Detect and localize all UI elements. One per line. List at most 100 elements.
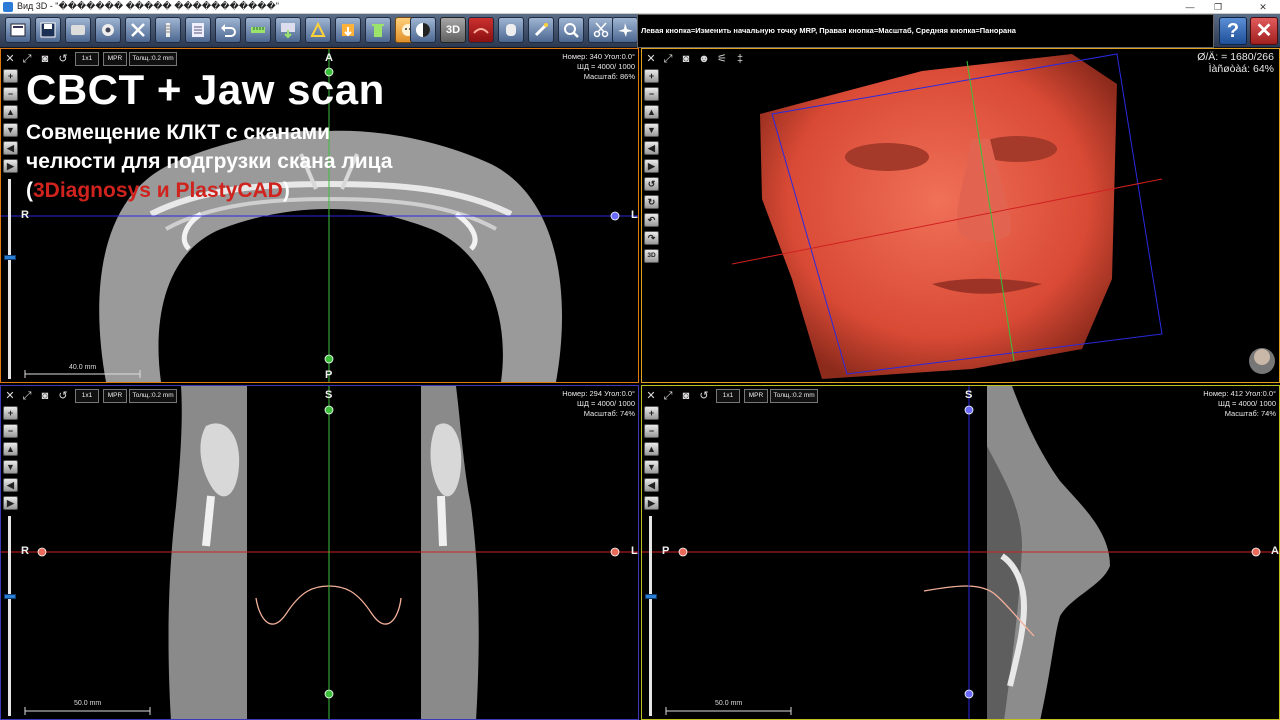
camera-icon[interactable]: ◙: [679, 52, 693, 66]
tools-button[interactable]: [125, 17, 151, 43]
roll-right-icon[interactable]: ↷: [644, 231, 659, 245]
paren-close: ): [282, 179, 290, 202]
window-level: Ø/Ä: = 1680/266: [1197, 51, 1274, 63]
zoom-1x1-button[interactable]: 1x1: [75, 52, 99, 66]
reset-icon[interactable]: ↺: [56, 52, 70, 66]
minimize-button[interactable]: —: [1177, 0, 1203, 14]
zoom-scale: Масштаб: 74%: [1224, 409, 1276, 418]
contrast-button[interactable]: [410, 17, 436, 43]
mpr-button[interactable]: MPR: [744, 389, 768, 403]
delete-button[interactable]: [365, 17, 391, 43]
scalpel-icon[interactable]: ⚟: [715, 52, 729, 66]
arrow-right-icon[interactable]: ▶: [644, 159, 659, 173]
help-button[interactable]: ?: [1219, 17, 1247, 45]
thickness-field[interactable]: Толщ.:0.2 mm: [129, 389, 177, 403]
fullscreen-icon[interactable]: ⤢: [661, 389, 675, 403]
arrow-left-icon[interactable]: ◀: [3, 478, 18, 492]
window-close-button[interactable]: ✕: [1250, 0, 1276, 14]
annotate-button[interactable]: [335, 17, 361, 43]
save-button[interactable]: [35, 17, 61, 43]
sagittal-slider-knob[interactable]: [645, 594, 657, 599]
sculpt-button[interactable]: [528, 17, 554, 43]
teeth-button[interactable]: [498, 17, 524, 43]
3d-view-button[interactable]: 3D: [644, 249, 659, 263]
tools-icon[interactable]: ✕: [644, 389, 658, 403]
coronal-slider-knob[interactable]: [4, 594, 16, 599]
zoom-in-icon[interactable]: +: [644, 406, 659, 420]
implant-button[interactable]: [155, 17, 181, 43]
arrow-left-icon[interactable]: ◀: [644, 141, 659, 155]
reset-icon[interactable]: ↺: [697, 389, 711, 403]
zoom-scale: Масштаб: 74%: [583, 409, 635, 418]
volume-render-button[interactable]: [468, 17, 494, 43]
fullscreen-icon[interactable]: ⤢: [661, 52, 675, 66]
camera-icon[interactable]: ◙: [38, 389, 52, 403]
zoom-in-icon[interactable]: +: [3, 69, 18, 83]
arrow-right-icon[interactable]: ▶: [644, 496, 659, 510]
arrow-right-icon[interactable]: ▶: [3, 159, 18, 173]
rotate-right-icon[interactable]: ↻: [644, 195, 659, 209]
fly-through-button[interactable]: [612, 17, 638, 43]
cut-button[interactable]: [588, 17, 614, 43]
fullscreen-icon[interactable]: ⤢: [20, 52, 34, 66]
axial-slider-knob[interactable]: [4, 255, 16, 260]
arrow-left-icon[interactable]: ◀: [644, 478, 659, 492]
mpr-button[interactable]: MPR: [103, 389, 127, 403]
zoom-out-icon[interactable]: −: [644, 424, 659, 438]
fullscreen-icon[interactable]: ⤢: [20, 389, 34, 403]
scale-bar-label: 50.0 mm: [74, 700, 102, 707]
zoom-out-icon[interactable]: −: [3, 424, 18, 438]
thickness-field[interactable]: Толщ.:0.2 mm: [129, 52, 177, 66]
export-button[interactable]: [275, 17, 301, 43]
zoom-out-icon[interactable]: −: [3, 87, 18, 101]
angle-button[interactable]: [305, 17, 331, 43]
coronal-slice-slider[interactable]: [8, 516, 11, 716]
report-button[interactable]: [65, 17, 91, 43]
arrow-down-icon[interactable]: ▼: [3, 460, 18, 474]
camera-icon[interactable]: ◙: [38, 52, 52, 66]
arrow-up-icon[interactable]: ▲: [644, 442, 659, 456]
thickness-field[interactable]: Толщ.:0.2 mm: [770, 389, 818, 403]
tools-icon[interactable]: ✕: [644, 52, 658, 66]
zoom-1x1-button[interactable]: 1x1: [75, 389, 99, 403]
slice-number: Номер: 412 Угол:0.0°: [1203, 389, 1276, 398]
rotate-left-icon[interactable]: ↺: [644, 177, 659, 191]
coronal-info: Номер: 294 Угол:0.0° ШД = 4000/ 1000 Мас…: [562, 389, 635, 419]
camera-icon[interactable]: ◙: [679, 389, 693, 403]
sagittal-viewport[interactable]: ✕ ⤢ ◙ ↺ 1x1 MPR Толщ.:0.2 mm + − ▲ ▼ ◀ ▶…: [641, 385, 1280, 720]
search-zoom-icon[interactable]: [558, 17, 584, 43]
roll-left-icon[interactable]: ↶: [644, 213, 659, 227]
scale-bar-label: 40.0 mm: [69, 364, 97, 371]
open-file-button[interactable]: [5, 17, 31, 43]
maximize-button[interactable]: ❐: [1205, 0, 1231, 14]
axial-slice-slider[interactable]: [8, 179, 11, 379]
arrow-up-icon[interactable]: ▲: [644, 105, 659, 119]
sagittal-slice-slider[interactable]: [649, 516, 652, 716]
notes-button[interactable]: [185, 17, 211, 43]
zoom-in-icon[interactable]: +: [644, 69, 659, 83]
overlay-subtitle: Совмещение КЛКТ с сканами челюсти для по…: [26, 118, 406, 205]
volume-viewport[interactable]: ✕ ⤢ ◙ ☻ ⚟ ‡ + − ▲ ▼ ◀ ▶ ↺ ↻ ↶ ↷ 3D Ø/Ä: …: [641, 48, 1280, 383]
close-view-button[interactable]: ✕: [1250, 17, 1278, 45]
arrow-down-icon[interactable]: ▼: [644, 123, 659, 137]
measure-button[interactable]: [245, 17, 271, 43]
undo-button[interactable]: [215, 17, 241, 43]
reset-icon[interactable]: ↺: [56, 389, 70, 403]
zoom-1x1-button[interactable]: 1x1: [716, 389, 740, 403]
head-icon[interactable]: ☻: [697, 52, 711, 66]
arrow-down-icon[interactable]: ▼: [3, 123, 18, 137]
arrow-down-icon[interactable]: ▼: [644, 460, 659, 474]
arrow-up-icon[interactable]: ▲: [3, 105, 18, 119]
arrow-up-icon[interactable]: ▲: [3, 442, 18, 456]
3d-mode-button[interactable]: 3D: [440, 17, 466, 43]
implant-icon[interactable]: ‡: [733, 52, 747, 66]
arrow-right-icon[interactable]: ▶: [3, 496, 18, 510]
tools-icon[interactable]: ✕: [3, 52, 17, 66]
coronal-viewport[interactable]: ✕ ⤢ ◙ ↺ 1x1 MPR Толщ.:0.2 mm + − ▲ ▼ ◀ ▶…: [0, 385, 639, 720]
tools-icon[interactable]: ✕: [3, 389, 17, 403]
settings-gear-button[interactable]: [95, 17, 121, 43]
arrow-left-icon[interactable]: ◀: [3, 141, 18, 155]
mpr-button[interactable]: MPR: [103, 52, 127, 66]
zoom-in-icon[interactable]: +: [3, 406, 18, 420]
zoom-out-icon[interactable]: −: [644, 87, 659, 101]
